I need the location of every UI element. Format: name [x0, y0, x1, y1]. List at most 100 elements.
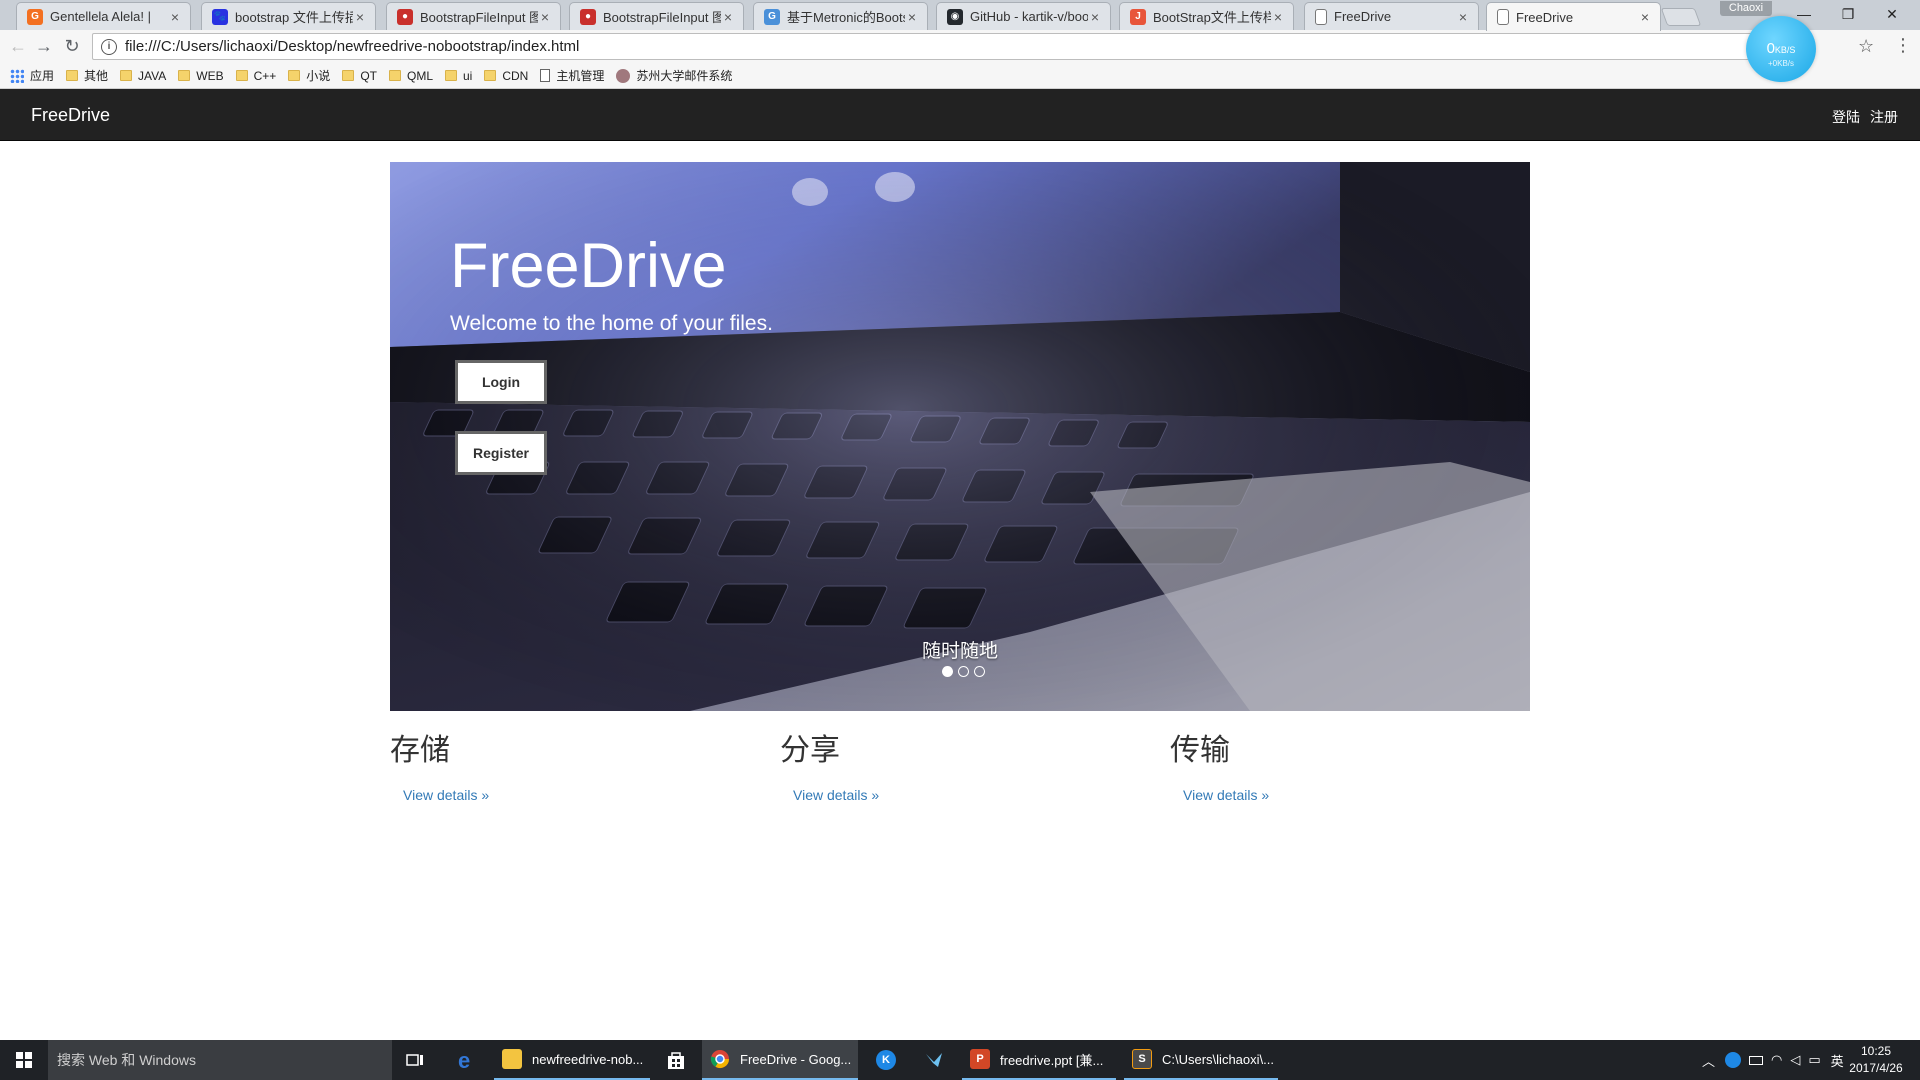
- browser-tab[interactable]: ● BootstrapFileInput 图 ×: [569, 2, 744, 30]
- edge-button[interactable]: e: [446, 1040, 486, 1080]
- tab-close-icon[interactable]: ×: [905, 9, 919, 25]
- back-icon[interactable]: ←: [6, 34, 30, 58]
- tab-close-icon[interactable]: ×: [1456, 9, 1470, 25]
- browser-tab[interactable]: ◉ GitHub - kartik-v/boo ×: [936, 2, 1111, 30]
- feature-heading: 存储: [390, 733, 450, 768]
- browser-toolbar: ← → ↻ i file:///C:/Users/lichaoxi/Deskto…: [0, 30, 1920, 63]
- speed-value: 0: [1766, 40, 1775, 57]
- bookmark-item[interactable]: 小说: [288, 67, 330, 84]
- tab-close-icon[interactable]: ×: [168, 9, 182, 25]
- new-tab-button[interactable]: [1660, 8, 1702, 26]
- wifi-icon[interactable]: ◠: [1771, 1052, 1782, 1068]
- notification-icon[interactable]: ▭: [1808, 1052, 1820, 1068]
- tab-close-icon[interactable]: ×: [1271, 9, 1285, 25]
- task-view-icon: [406, 1054, 423, 1066]
- page-favicon-icon: [1497, 9, 1509, 25]
- bookmark-item[interactable]: QML: [388, 69, 433, 83]
- hero-register-button[interactable]: Register: [455, 431, 547, 475]
- bookmark-item[interactable]: CDN: [484, 69, 528, 83]
- bookmark-item[interactable]: 主机管理: [540, 67, 604, 84]
- taskbar-app-sublime[interactable]: S C:\Users\lichaoxi\...: [1124, 1040, 1278, 1080]
- folder-icon: [342, 70, 355, 81]
- tray-overflow-icon[interactable]: ︿: [1702, 1051, 1715, 1070]
- hero-subtitle: Welcome to the home of your files.: [450, 312, 773, 335]
- address-url[interactable]: file:///C:/Users/lichaoxi/Desktop/newfre…: [125, 38, 579, 55]
- bookmark-item[interactable]: C++: [235, 68, 277, 83]
- feature-storage: 存储 View details »: [390, 725, 750, 803]
- store-button[interactable]: [656, 1040, 696, 1080]
- bookmark-label: 其他: [84, 69, 109, 83]
- brand-link[interactable]: FreeDrive: [31, 105, 110, 126]
- browser-tab[interactable]: J BootStrap文件上传样 ×: [1119, 2, 1294, 30]
- taskbar-clock[interactable]: 10:25 2017/4/26: [1842, 1043, 1910, 1077]
- carousel-indicator-dot[interactable]: [974, 666, 985, 677]
- carousel-indicator-dot[interactable]: [942, 666, 953, 677]
- tab-close-icon[interactable]: ×: [1088, 9, 1102, 25]
- apps-icon: [10, 68, 24, 83]
- tab-close-icon[interactable]: ×: [721, 9, 735, 25]
- taskbar-app-powerpoint[interactable]: P freedrive.ppt [兼...: [962, 1040, 1116, 1080]
- volume-icon[interactable]: ◁: [1790, 1052, 1800, 1068]
- bookmark-label: C++: [253, 68, 277, 83]
- profile-name-chip[interactable]: Chaoxi: [1720, 1, 1772, 16]
- tab-favicon-icon: ●: [397, 8, 413, 25]
- bookmark-label: 应用: [30, 69, 55, 83]
- bookmark-item[interactable]: ui: [445, 69, 472, 83]
- folder-icon: [120, 70, 133, 81]
- tab-close-icon[interactable]: ×: [353, 9, 367, 25]
- battery-icon[interactable]: [1749, 1055, 1764, 1065]
- hero-carousel[interactable]: FreeDrive Welcome to the home of your fi…: [390, 162, 1530, 711]
- taskbar-app-explorer[interactable]: newfreedrive-nob...: [494, 1040, 650, 1080]
- tab-close-icon[interactable]: ×: [1638, 9, 1652, 25]
- view-details-link[interactable]: View details »: [793, 787, 1140, 803]
- tab-title: FreeDrive: [1334, 9, 1392, 24]
- browser-tab[interactable]: 🐾 bootstrap 文件上传插 ×: [201, 2, 376, 30]
- bookmark-item[interactable]: WEB: [178, 69, 224, 83]
- edge-icon: e: [458, 1049, 470, 1071]
- tab-favicon-icon: 🐾: [212, 8, 228, 25]
- view-details-link[interactable]: View details »: [1183, 787, 1530, 803]
- bookmark-item[interactable]: 苏州大学邮件系统: [616, 67, 732, 84]
- taskbar-search[interactable]: 搜索 Web 和 Windows: [48, 1040, 392, 1080]
- tab-favicon-icon: G: [27, 8, 43, 25]
- nav-register-link[interactable]: 注册: [1870, 107, 1898, 127]
- close-window-icon[interactable]: ✕: [1870, 0, 1914, 28]
- taskbar-app-chrome[interactable]: FreeDrive - Goog...: [702, 1040, 858, 1080]
- view-details-link[interactable]: View details »: [403, 787, 750, 803]
- speed-sub: +0KB/s: [1767, 59, 1794, 68]
- browser-tab[interactable]: FreeDrive ×: [1304, 2, 1479, 30]
- network-speed-widget[interactable]: 0KB/S +0KB/s: [1746, 16, 1816, 82]
- browser-menu-icon[interactable]: ⋮: [1894, 35, 1912, 56]
- browser-tab-strip: G Gentellela Alela! | × 🐾 bootstrap 文件上传插 × ● B…: [0, 0, 1920, 31]
- browser-tab[interactable]: ● BootstrapFileInput 图 ×: [386, 2, 561, 30]
- nav-login-link[interactable]: 登陆: [1832, 107, 1860, 127]
- bookmark-item[interactable]: 其他: [66, 67, 108, 84]
- restore-icon[interactable]: ❐: [1826, 0, 1870, 28]
- carousel-indicator-dot[interactable]: [958, 666, 969, 677]
- bookmark-item[interactable]: QT: [342, 69, 377, 83]
- bookmark-star-icon[interactable]: ☆: [1858, 36, 1874, 57]
- bookmark-label: CDN: [502, 68, 529, 83]
- forward-icon[interactable]: →: [32, 34, 56, 58]
- windows-taskbar: 搜索 Web 和 Windows e newfreedrive-nob... F…: [0, 1040, 1920, 1080]
- browser-tab[interactable]: G 基于Metronic的Boots ×: [753, 2, 928, 30]
- bookmark-item[interactable]: JAVA: [120, 69, 166, 83]
- task-view-button[interactable]: [396, 1040, 436, 1080]
- browser-tab[interactable]: FreeDrive ×: [1486, 2, 1661, 31]
- start-button[interactable]: [0, 1040, 48, 1080]
- tab-close-icon[interactable]: ×: [538, 9, 552, 25]
- browser-tab[interactable]: G Gentellela Alela! | ×: [16, 2, 191, 30]
- hero-login-button[interactable]: Login: [455, 360, 547, 404]
- bird-app-button[interactable]: [914, 1040, 954, 1080]
- bookmark-label: JAVA: [138, 68, 167, 83]
- info-icon[interactable]: i: [101, 38, 117, 55]
- address-bar[interactable]: i file:///C:/Users/lichaoxi/Desktop/newf…: [92, 33, 1782, 60]
- folder-icon: [484, 70, 497, 81]
- k-app-icon: K: [876, 1050, 896, 1070]
- k-app-button[interactable]: K: [866, 1040, 906, 1080]
- bookmark-item[interactable]: 应用: [10, 67, 54, 84]
- tray-k-icon[interactable]: [1725, 1052, 1742, 1068]
- taskbar-app-label: C:\Users\lichaoxi\...: [1162, 1051, 1274, 1067]
- feature-heading: 分享: [780, 733, 840, 768]
- reload-icon[interactable]: ↻: [60, 34, 84, 58]
